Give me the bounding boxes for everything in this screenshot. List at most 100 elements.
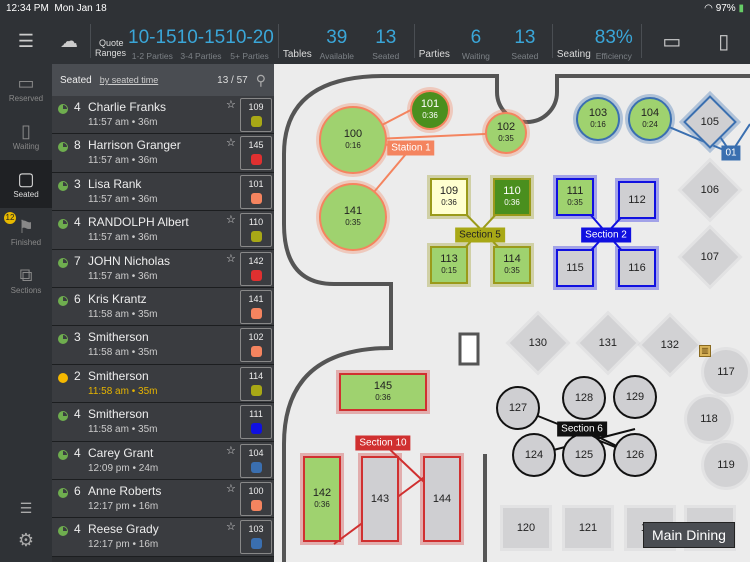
- menu-icon[interactable]: ☰: [0, 31, 52, 52]
- table-badge[interactable]: 111: [240, 405, 272, 440]
- seated-party-row[interactable]: 3 Lisa Rank 11:57 am • 36m 101: [52, 172, 274, 212]
- finished-badge: 12: [4, 212, 16, 224]
- party-size: 7: [74, 253, 81, 268]
- section-01-label[interactable]: 01: [721, 145, 741, 161]
- seated-time: 11:58 am • 35m: [88, 424, 158, 436]
- timer-status-icon: [58, 295, 68, 306]
- rail-sections[interactable]: ⧉ Sections: [0, 256, 52, 304]
- table-111[interactable]: 111 0:35: [556, 178, 594, 216]
- section-10-label[interactable]: Section 10: [355, 435, 411, 451]
- guest-name: Anne Roberts: [88, 483, 162, 498]
- section-color-swatch: [250, 269, 262, 281]
- table-144[interactable]: 144: [423, 456, 461, 542]
- table-badge[interactable]: 110: [240, 213, 272, 248]
- cloud-sync-icon[interactable]: ☁: [52, 31, 86, 52]
- table-119[interactable]: 119: [704, 443, 748, 487]
- table-109[interactable]: 109 0:36: [430, 178, 468, 216]
- table-114[interactable]: 114 0:35: [493, 246, 531, 284]
- seated-party-row[interactable]: 4 Smitherson 11:58 am • 35m 111: [52, 403, 274, 442]
- rail-reserved[interactable]: ▭ Reserved: [0, 64, 52, 112]
- table-112[interactable]: 112: [618, 181, 656, 219]
- seated-party-row[interactable]: 3 Smitherson 11:58 am • 35m 102: [52, 326, 274, 365]
- rail-waiting[interactable]: ▯ Waiting: [0, 112, 52, 160]
- table-142[interactable]: 142 0:36: [303, 456, 341, 542]
- star-icon[interactable]: ☆: [226, 252, 236, 265]
- table-number: 132: [660, 338, 680, 351]
- seated-party-row[interactable]: 4 Carey Grant 12:09 pm • 24m ☆ 104: [52, 441, 274, 480]
- star-icon[interactable]: ☆: [226, 213, 236, 226]
- table-badge[interactable]: 114: [240, 366, 272, 401]
- table-141[interactable]: 141 0:35: [319, 183, 387, 251]
- seated-time: 12:09 pm • 24m: [88, 462, 159, 474]
- table-125[interactable]: 125: [562, 433, 606, 477]
- seated-party-row[interactable]: 4 RANDOLPH Albert 11:57 am • 36m ☆ 110: [52, 211, 274, 250]
- table-badge[interactable]: 142: [240, 251, 272, 286]
- star-icon[interactable]: ☆: [226, 444, 236, 457]
- table-128[interactable]: 128: [562, 376, 606, 420]
- section-6-label[interactable]: Section 6: [557, 421, 607, 437]
- search-icon[interactable]: ⚲: [256, 72, 266, 89]
- panel-toggle-icon[interactable]: ☰: [0, 500, 52, 517]
- clipboard-icon[interactable]: ▯: [698, 29, 750, 54]
- seated-party-row[interactable]: 7 JOHN Nicholas 11:57 am • 36m ☆ 142: [52, 249, 274, 288]
- table-102[interactable]: 102 0:35: [485, 112, 527, 154]
- seated-time: 11:58 am • 35m: [88, 347, 158, 359]
- table-129[interactable]: 129: [613, 375, 657, 419]
- quote-range-3-4: 10-15 3-4 Parties: [176, 27, 226, 62]
- table-100[interactable]: 100 0:16: [319, 106, 387, 174]
- table-badge[interactable]: 145: [240, 136, 272, 171]
- table-104[interactable]: 104 0:24: [628, 97, 672, 141]
- seated-party-row[interactable]: 8 Harrison Granger 11:57 am • 36m ☆ 145: [52, 134, 274, 173]
- station-1-label[interactable]: Station 1: [387, 140, 435, 156]
- table-126[interactable]: 126: [613, 433, 657, 477]
- table-badge[interactable]: 100: [240, 481, 272, 516]
- table-badge[interactable]: 104: [240, 443, 272, 478]
- table-badge[interactable]: 101: [240, 174, 272, 209]
- trash-icon[interactable]: ▥: [699, 345, 711, 357]
- table-number: 102: [248, 332, 264, 343]
- table-121[interactable]: 121: [565, 508, 611, 548]
- floor-plan[interactable]: 100 0:16 101 0:36 102 0:35 141 0:35 103 0:16 104 0:…: [274, 64, 750, 562]
- table-badge[interactable]: 102: [240, 328, 272, 363]
- table-number: 129: [625, 390, 645, 403]
- table-145[interactable]: 145 0:36: [339, 373, 427, 411]
- table-number: 109: [248, 102, 264, 112]
- seated-party-row[interactable]: 2 Smitherson 11:58 am • 35m 114: [52, 364, 274, 404]
- section-5-label[interactable]: Section 5: [455, 227, 505, 243]
- table-118[interactable]: 118: [687, 397, 731, 441]
- table-103[interactable]: 103 0:16: [576, 97, 620, 141]
- table-badge[interactable]: 103: [240, 520, 272, 555]
- table-120[interactable]: 120: [503, 508, 549, 548]
- table-number: 111: [566, 185, 584, 197]
- star-icon[interactable]: ☆: [226, 98, 236, 111]
- seated-party-row[interactable]: 4 Charlie Franks 11:57 am • 36m ☆ 109: [52, 96, 274, 135]
- table-number: 126: [625, 448, 645, 461]
- sections-icon: ⧉: [19, 265, 33, 285]
- table-101[interactable]: 101 0:36: [410, 90, 450, 130]
- status-bar: 12:34 PM Mon Jan 18 ◠ 97% ▮: [0, 0, 750, 18]
- table-badge[interactable]: 141: [240, 289, 272, 324]
- settings-gear-icon[interactable]: ⚙: [0, 530, 52, 551]
- table-124[interactable]: 124: [512, 433, 556, 477]
- table-115[interactable]: 115: [556, 249, 594, 287]
- sort-link[interactable]: by seated time: [100, 75, 159, 85]
- table-badge[interactable]: 109: [240, 98, 272, 132]
- calendar-icon[interactable]: ▭: [646, 29, 698, 54]
- star-icon[interactable]: ☆: [226, 520, 236, 533]
- rail-finished[interactable]: 12 ⚑ Finished: [0, 208, 52, 256]
- table-110[interactable]: 110 0:36: [493, 178, 531, 216]
- star-icon[interactable]: ☆: [226, 482, 236, 495]
- table-143[interactable]: 143: [361, 456, 399, 542]
- seated-party-row[interactable]: 6 Anne Roberts 12:17 pm • 16m ☆ 100: [52, 479, 274, 519]
- seated-party-row[interactable]: 4 Reese Grady 12:17 pm • 16m ☆ 103: [52, 518, 274, 557]
- table-113[interactable]: 113 0:15: [430, 246, 468, 284]
- table-127[interactable]: 127: [496, 386, 540, 430]
- table-116[interactable]: 116: [618, 249, 656, 287]
- room-name-button[interactable]: Main Dining: [643, 522, 735, 548]
- table-number: 110: [503, 185, 521, 197]
- top-toolbar: ☰ ☁ Quote Ranges 10-15 1-2 Parties 10-15 3-…: [0, 18, 750, 64]
- section-2-label[interactable]: Section 2: [581, 227, 631, 243]
- rail-seated[interactable]: ▢ Seated: [0, 160, 52, 208]
- seated-party-row[interactable]: 6 Kris Krantz 11:58 am • 35m 141: [52, 287, 274, 327]
- star-icon[interactable]: ☆: [226, 136, 236, 149]
